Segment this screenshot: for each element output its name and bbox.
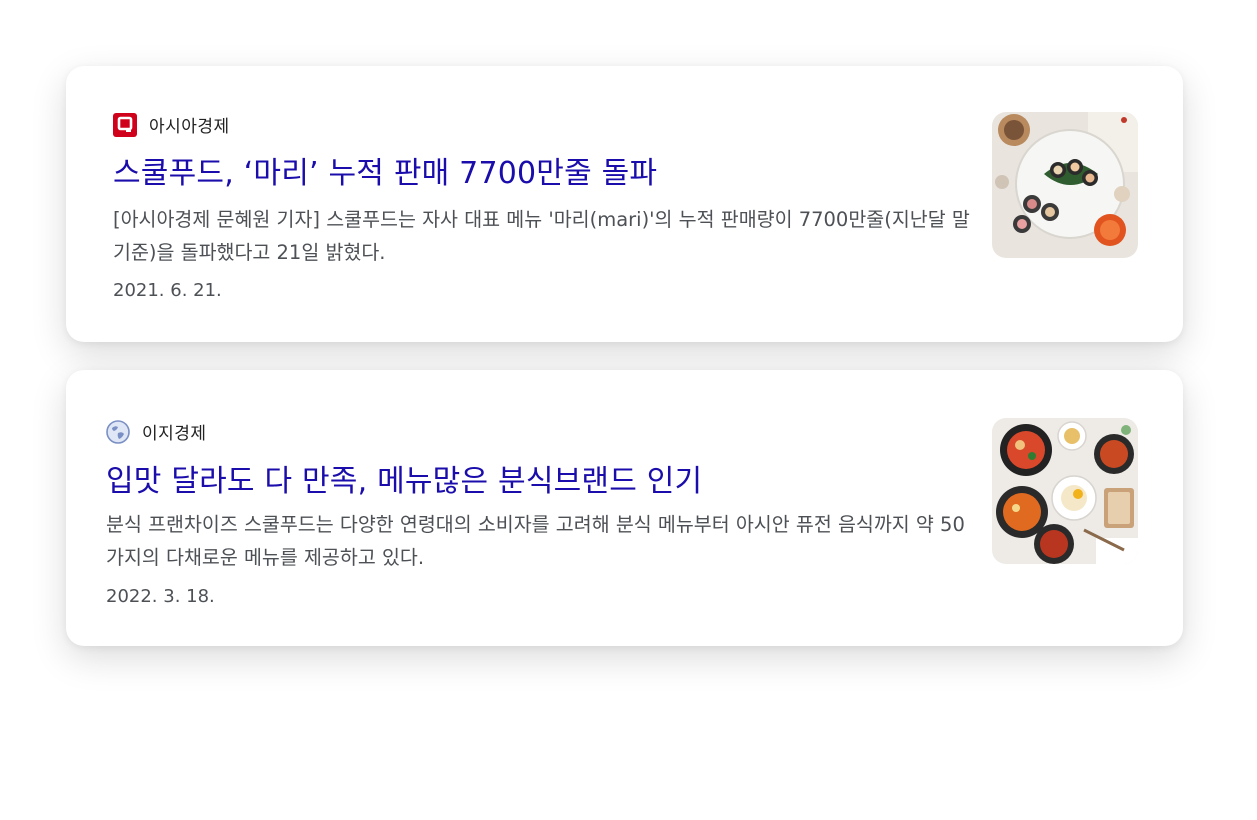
news-source[interactable]: 이지경제: [106, 419, 207, 444]
gimbap-platter-image[interactable]: [992, 112, 1138, 258]
news-result-card[interactable]: 아시아경제 스쿨푸드, ‘마리’ 누적 판매 7700만줄 돌파 [아시아경제 …: [66, 66, 1183, 342]
news-snippet: 분식 프랜차이즈 스쿨푸드는 다양한 연령대의 소비자를 고려해 분식 메뉴부터…: [106, 513, 965, 569]
asiae-logo-icon: [113, 112, 137, 137]
news-date: 2021. 6. 21.: [113, 280, 222, 301]
news-headline-link[interactable]: 입맛 달라도 다 만족, 메뉴많은 분식브랜드 인기: [106, 456, 702, 500]
news-source[interactable]: 아시아경제: [113, 112, 230, 137]
source-name: 이지경제: [142, 424, 207, 444]
news-result-card[interactable]: 이지경제 입맛 달라도 다 만족, 메뉴많은 분식브랜드 인기 분식 프랜차이즈…: [66, 370, 1183, 646]
news-headline-link[interactable]: 스쿨푸드, ‘마리’ 누적 판매 7700만줄 돌파: [113, 148, 657, 192]
news-snippet: [아시아경제 문혜원 기자] 스쿨푸드는 자사 대표 메뉴 '마리(mari)'…: [113, 208, 970, 264]
news-date: 2022. 3. 18.: [106, 586, 215, 607]
globe-icon: [106, 419, 130, 444]
source-name: 아시아경제: [149, 117, 230, 137]
bunsik-dishes-image[interactable]: [992, 418, 1138, 564]
